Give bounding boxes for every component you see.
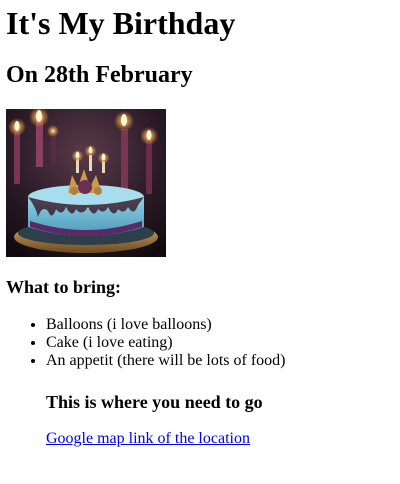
list-item: Balloons (i love balloons) <box>46 316 386 334</box>
birthday-cake-image <box>6 109 166 257</box>
location-heading: This is where you need to go <box>46 392 263 412</box>
bring-list: Balloons (i love balloons) Cake (i love … <box>6 316 386 370</box>
list-item: An appetit (there will be lots of food) <box>46 352 386 370</box>
page-subtitle: On 28th February <box>6 62 193 88</box>
what-to-bring-heading: What to bring: <box>6 277 122 297</box>
list-item: Cake (i love eating) <box>46 334 386 352</box>
page-title: It's My Birthday <box>6 5 236 41</box>
google-map-link[interactable]: Google map link of the location <box>46 430 250 448</box>
